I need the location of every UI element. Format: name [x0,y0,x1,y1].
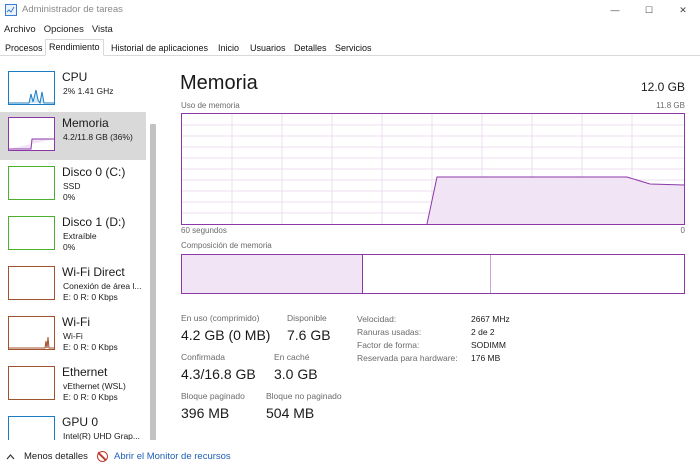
sidebar-item-title: Disco 0 (C:) [62,165,126,179]
usage-graph-svg [182,114,685,225]
in-use-label: En uso (comprimido) [181,313,260,323]
sidebar-scrollbar[interactable] [150,124,156,440]
paged-pool-label: Bloque paginado [181,391,245,401]
nonpaged-pool-label: Bloque no paginado [266,391,342,401]
sidebar-item-title: CPU [62,70,88,84]
available-label: Disponible [287,313,327,323]
sidebar-item-sub: vEthernet (WSL) [63,381,126,391]
cpu-graph-icon [8,71,55,105]
sidebar-item-wifi-direct[interactable]: Wi-Fi Direct Conexión de área l... E: 0 … [0,261,146,309]
performance-sidebar: CPU 2% 1.41 GHz Memoria 4.2/11.8 GB (36%… [0,58,158,440]
spec-label-speed: Velocidad: [357,314,397,324]
sidebar-item-sub2: 0% [63,242,76,252]
composition-divider [490,255,491,293]
less-details-button[interactable]: Menos detalles [24,451,88,462]
sidebar-item-disco-1[interactable]: Disco 1 (D:) Extraíble 0% [0,211,146,259]
sidebar-item-sub: 4.2/11.8 GB (36%) [63,132,133,142]
sidebar-item-disco-0[interactable]: Disco 0 (C:) SSD 0% [0,161,146,209]
sidebar-item-ethernet[interactable]: Ethernet vEthernet (WSL) E: 0 R: 0 Kbps [0,361,146,409]
title-bar: Administrador de tareas — ☐ ✕ [0,0,700,20]
sidebar-item-title: Wi-Fi Direct [62,265,125,279]
sidebar-item-title: Disco 1 (D:) [62,215,126,229]
tab-bar: Procesos Rendimiento Historial de aplica… [0,39,700,56]
close-button[interactable]: ✕ [660,0,700,20]
in-use-value: 4.2 GB (0 MB) [181,327,271,343]
spec-label-slots: Ranuras usadas: [357,327,422,337]
committed-label: Confirmada [181,352,225,362]
maximize-icon: ☐ [644,4,654,15]
sidebar-item-memoria[interactable]: Memoria 4.2/11.8 GB (36%) [0,112,146,160]
menu-vista[interactable]: Vista [88,22,117,38]
tab-inicio[interactable]: Inicio [215,41,242,56]
sidebar-item-cpu[interactable]: CPU 2% 1.41 GHz [0,66,146,114]
composition-in-use [182,255,363,293]
sidebar-item-sub2: E: 0 R: 0 Kbps [63,392,118,402]
spec-value-speed: 2667 MHz [471,314,510,324]
sidebar-item-title: Memoria [62,116,109,130]
page-title: Memoria [180,72,258,94]
memory-total: 12.0 GB [640,80,685,94]
network-graph-icon [8,366,55,400]
tab-usuarios[interactable]: Usuarios [247,41,289,56]
sidebar-item-sub: SSD [63,181,81,191]
gpu-graph-icon [8,416,55,440]
sidebar-item-title: GPU 0 [62,415,99,429]
spec-value-slots: 2 de 2 [471,327,495,337]
spec-value-reserved: 176 MB [471,353,501,363]
time-left-label: 60 segundos [181,226,227,235]
usage-max: 11.8 GB [656,101,685,110]
sidebar-item-title: Wi-Fi [62,315,90,329]
window-title: Administrador de tareas [22,4,123,15]
menu-bar: Archivo Opciones Vista [0,22,117,38]
menu-archivo[interactable]: Archivo [0,22,40,38]
sidebar-item-sub: Extraíble [63,231,97,241]
sidebar-item-sub: 2% 1.41 GHz [63,86,114,96]
chevron-up-icon[interactable] [6,453,15,460]
sidebar-item-wifi[interactable]: Wi-Fi Wi-Fi E: 0 R: 0 Kbps [0,311,146,359]
footer-bar: Menos detalles Abrir el Monitor de recur… [0,447,700,467]
disk-graph-icon [8,216,55,250]
committed-value: 4.3/16.8 GB [181,366,256,382]
sidebar-item-sub: Intel(R) UHD Grap... [63,431,140,440]
minimize-icon: — [610,5,620,15]
sidebar-item-sub2: E: 0 R: 0 Kbps [63,342,118,352]
network-graph-icon [8,266,55,300]
nonpaged-pool-value: 504 MB [266,405,315,421]
disk-graph-icon [8,166,55,200]
spec-value-form-factor: SODIMM [471,340,506,350]
memory-composition-graph [181,254,685,294]
tab-rendimiento[interactable]: Rendimiento [45,39,104,56]
open-resource-monitor-link[interactable]: Abrir el Monitor de recursos [114,451,231,462]
sidebar-item-gpu-0[interactable]: GPU 0 Intel(R) UHD Grap... [0,411,146,440]
tab-servicios[interactable]: Servicios [332,41,375,56]
memory-usage-graph [181,113,685,225]
spec-label-reserved: Reservada para hardware: [357,353,458,363]
time-right-label: 0 [680,226,685,235]
paged-pool-value: 396 MB [181,405,230,421]
memory-graph-icon [8,117,55,151]
network-graph-icon [8,316,55,350]
tab-procesos[interactable]: Procesos [2,41,46,56]
task-manager-icon [5,4,17,16]
sidebar-item-sub2: 0% [63,192,76,202]
resource-monitor-icon [97,451,108,462]
sidebar-item-title: Ethernet [62,365,108,379]
usage-label: Uso de memoria [181,101,240,110]
tab-detalles[interactable]: Detalles [291,41,330,56]
cached-label: En caché [274,352,310,362]
cached-value: 3.0 GB [274,366,318,382]
sidebar-item-sub: Wi-Fi [63,331,83,341]
memory-panel: Memoria 12.0 GB Uso de memoria 11.8 GB 6… [165,58,700,440]
tab-historial[interactable]: Historial de aplicaciones [108,41,211,56]
available-value: 7.6 GB [287,327,331,343]
menu-opciones[interactable]: Opciones [40,22,88,38]
sidebar-item-sub: Conexión de área l... [63,281,142,291]
close-icon: ✕ [679,4,687,15]
spec-label-form-factor: Factor de forma: [357,340,420,350]
composition-label: Composición de memoria [181,241,272,250]
sidebar-item-sub2: E: 0 R: 0 Kbps [63,292,118,302]
